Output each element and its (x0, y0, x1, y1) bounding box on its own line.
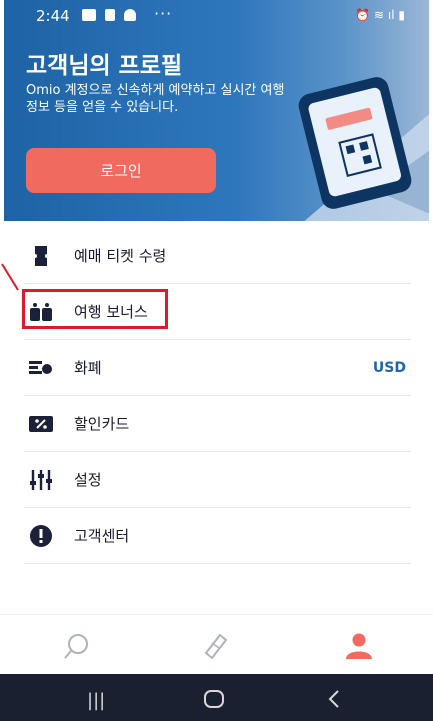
help-icon (28, 523, 54, 549)
menu-item-settings[interactable]: 설정 (24, 452, 410, 508)
menu-item-label: 예매 티켓 수령 (74, 247, 167, 265)
ticket-icon (28, 243, 54, 269)
back-icon[interactable] (328, 690, 340, 713)
settings-sliders-icon (28, 467, 54, 493)
search-icon[interactable] (62, 631, 92, 661)
tickets-icon[interactable] (200, 631, 230, 661)
profile-menu: 예매 티켓 수령 여행 보너스 화폐 USD 할인카드 설정 고객센터 (24, 228, 410, 564)
menu-item-help-center[interactable]: 고객센터 (24, 508, 410, 564)
more-notifications-icon: ··· (154, 4, 173, 23)
status-time: 2:44 (36, 7, 70, 25)
menu-item-ticket-pickup[interactable]: 예매 티켓 수령 (24, 228, 410, 284)
currency-icon (28, 355, 54, 381)
menu-item-currency[interactable]: 화폐 USD (24, 340, 410, 396)
recent-apps-icon[interactable]: ||| (87, 690, 105, 711)
header-description: Omio 계정으로 신속하게 예약하고 실시간 여행 정보 등을 얻을 수 있습… (26, 83, 285, 115)
page-title: 고객님의 프로필 (26, 53, 183, 79)
bottom-navigation (0, 614, 433, 675)
system-status-icons: ⏰ ≋ ıl ▮ (355, 8, 405, 22)
app-screen: 2:44 ··· ⏰ ≋ ıl ▮ 고객님의 프로필 Omio 계정으로 신속하… (0, 0, 433, 721)
system-navigation-bar: ||| (0, 674, 433, 721)
menu-item-label: 고객센터 (74, 527, 130, 545)
profile-icon[interactable] (344, 631, 374, 661)
discount-card-icon (28, 411, 54, 437)
qr-code-icon (338, 133, 382, 177)
battery-notification-icon (105, 9, 115, 21)
gallery-notification-icon (82, 9, 96, 21)
menu-item-label: 할인카드 (74, 415, 130, 433)
status-bar: 2:44 ··· ⏰ ≋ ıl ▮ (4, 0, 429, 32)
annotation-arrow-mark (1, 263, 19, 291)
highlight-box (22, 289, 168, 329)
currency-value: USD (372, 359, 406, 376)
profile-header: 2:44 ··· ⏰ ≋ ıl ▮ 고객님의 프로필 Omio 계정으로 신속하… (4, 0, 429, 221)
login-button[interactable]: 로그인 (26, 148, 216, 193)
menu-item-discount-card[interactable]: 할인카드 (24, 396, 410, 452)
app-notification-icon (124, 9, 136, 21)
menu-item-label: 화폐 (74, 359, 102, 377)
home-icon[interactable] (204, 690, 224, 713)
menu-item-label: 설정 (74, 471, 102, 489)
